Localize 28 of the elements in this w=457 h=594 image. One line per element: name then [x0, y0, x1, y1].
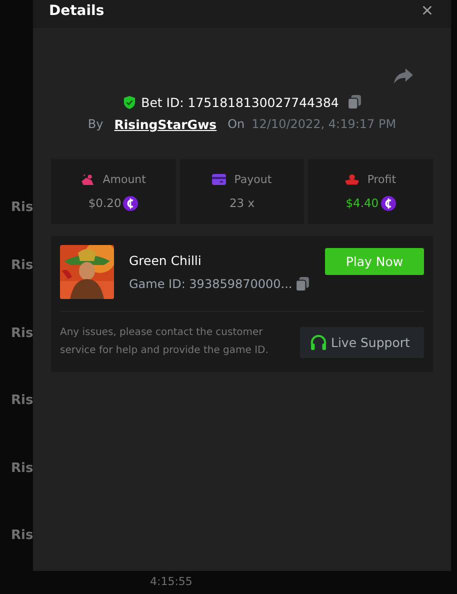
- bet-id-text: Bet ID: 1751818130027744384: [141, 94, 339, 110]
- live-support-button[interactable]: Live Support: [300, 326, 424, 358]
- stat-label: Amount: [102, 172, 146, 186]
- user-link[interactable]: RisingStarGws: [114, 116, 217, 132]
- close-button[interactable]: ×: [421, 1, 433, 21]
- stat-label: Profit: [367, 172, 396, 186]
- row-text: Ris: [11, 392, 34, 410]
- help-text: Any issues, please contact the customer service for help and provide the game ID.: [60, 326, 270, 358]
- row-text: Ris: [11, 460, 34, 478]
- date-text: 12/10/2022, 4:19:17 PM: [252, 117, 396, 131]
- copy-icon[interactable]: [348, 95, 361, 109]
- row-text: Ris: [11, 257, 34, 275]
- stat-value: $4.40: [346, 196, 379, 210]
- stat-value: $0.20: [88, 196, 122, 210]
- stat-label: Payout: [234, 173, 272, 186]
- share-icon[interactable]: [394, 68, 413, 84]
- time-text: 4:15:55: [150, 575, 192, 589]
- row-text: Ris: [11, 199, 34, 217]
- by-label: By: [88, 117, 104, 131]
- on-label: On: [228, 117, 245, 131]
- row-text: Ris: [11, 527, 34, 545]
- row-text: Ris: [11, 324, 34, 342]
- modal-title: Details: [49, 3, 104, 19]
- game-title: Green Chilli: [129, 253, 202, 268]
- stat-value: 23 x: [229, 196, 255, 210]
- headphones-icon: [310, 334, 327, 350]
- game-id-text: Game ID: 393859870000...: [129, 277, 292, 291]
- copy-icon[interactable]: [296, 277, 310, 291]
